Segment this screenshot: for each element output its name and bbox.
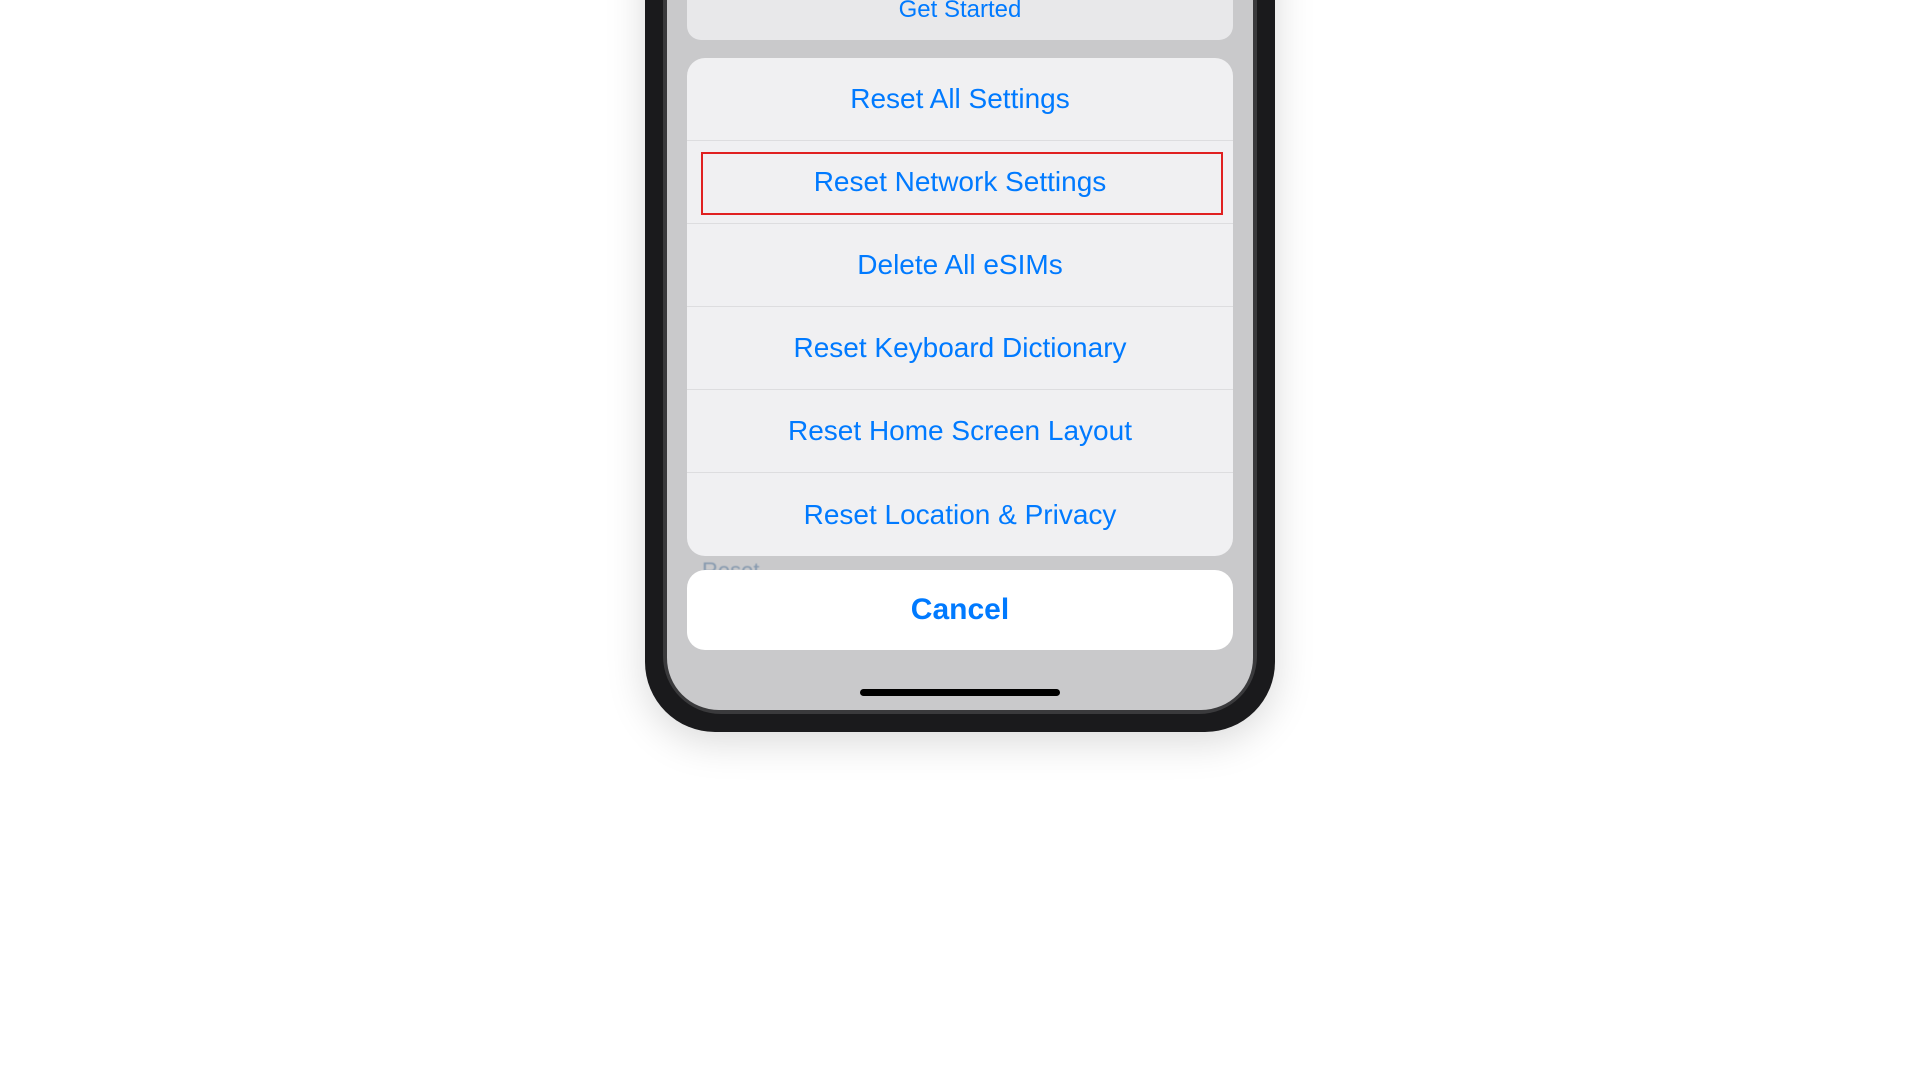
get-started-label: Get Started (899, 0, 1022, 24)
option-label: Delete All eSIMs (857, 249, 1062, 281)
delete-all-esims-option[interactable]: Delete All eSIMs (687, 224, 1233, 307)
reset-home-screen-layout-option[interactable]: Reset Home Screen Layout (687, 390, 1233, 473)
reset-location-privacy-option[interactable]: Reset Location & Privacy (687, 473, 1233, 556)
option-label: Reset Home Screen Layout (788, 415, 1132, 447)
phone-inner-bezel: Get Started Reset Reset All Settings Res… (663, 0, 1257, 714)
option-label: Reset Location & Privacy (804, 499, 1117, 531)
reset-all-settings-option[interactable]: Reset All Settings (687, 58, 1233, 141)
reset-options-card: Reset All Settings Reset Network Setting… (687, 58, 1233, 556)
phone-device-frame: Get Started Reset Reset All Settings Res… (645, 0, 1275, 732)
get-started-button: Get Started (687, 0, 1233, 40)
cancel-button[interactable]: Cancel (687, 570, 1233, 650)
cancel-label: Cancel (911, 593, 1009, 627)
reset-action-sheet: Reset All Settings Reset Network Setting… (687, 58, 1233, 650)
option-label: Reset Network Settings (814, 166, 1107, 198)
option-label: Reset Keyboard Dictionary (793, 332, 1126, 364)
phone-screen: Get Started Reset Reset All Settings Res… (667, 0, 1253, 710)
option-label: Reset All Settings (850, 83, 1069, 115)
reset-keyboard-dictionary-option[interactable]: Reset Keyboard Dictionary (687, 307, 1233, 390)
reset-network-settings-option[interactable]: Reset Network Settings (687, 141, 1233, 224)
home-indicator-bar[interactable] (860, 689, 1060, 696)
